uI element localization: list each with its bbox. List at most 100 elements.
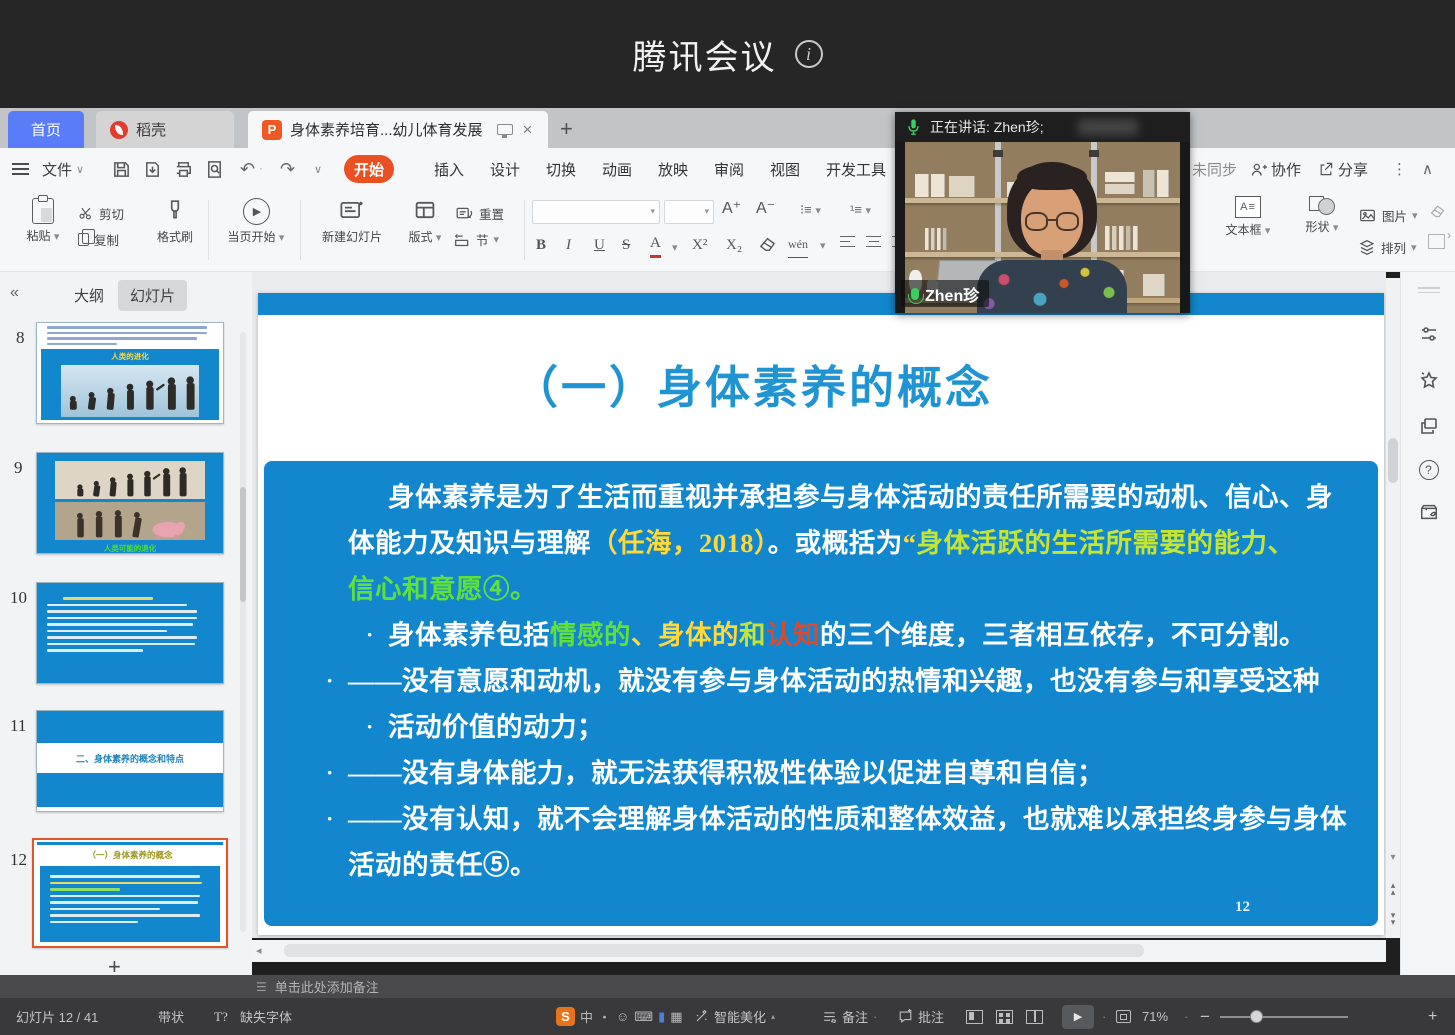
tab-slides[interactable]: 幻灯片 — [118, 280, 187, 311]
bold-button[interactable]: B — [536, 232, 546, 258]
textbox-button[interactable]: A≡ 文本框 ▾ — [1212, 196, 1284, 238]
redo-button[interactable]: ↷ — [280, 148, 295, 190]
video-call-overlay[interactable]: 正在讲话: Zhen珍; — [895, 112, 1190, 313]
ime-toolbox-icon[interactable]: ▦ — [670, 1009, 682, 1025]
horizontal-scrollbar[interactable]: ◂ — [252, 940, 1386, 962]
tab-docer[interactable]: 稻壳 — [96, 111, 234, 148]
duplicate-window-icon[interactable] — [1401, 416, 1455, 441]
save-button[interactable] — [112, 148, 131, 190]
font-size-select[interactable] — [664, 200, 714, 224]
menu-tab-animation[interactable]: 动画 — [592, 155, 642, 183]
cut-button[interactable]: 剪切 — [78, 200, 124, 226]
slide-thumbnail-11[interactable]: 二、身体素养的概念和特点 — [36, 710, 224, 812]
panel-scrollbar-thumb[interactable] — [240, 487, 246, 602]
section-button[interactable]: 节▾ — [454, 226, 504, 252]
superscript-button[interactable]: X² — [692, 232, 707, 258]
view-sorter-button[interactable] — [996, 998, 1013, 1035]
decrease-font-button[interactable]: A⁻ — [756, 198, 775, 218]
frame-icon[interactable] — [1428, 234, 1445, 252]
help-icon[interactable]: ? — [1401, 460, 1455, 480]
zoom-slider[interactable] — [1220, 998, 1348, 1035]
view-reading-button[interactable] — [1026, 998, 1043, 1035]
pinyin-chevron[interactable]: ▾ — [820, 232, 826, 258]
fit-window-button[interactable] — [1116, 998, 1131, 1035]
vertical-scrollbar-thumb[interactable] — [1388, 438, 1398, 483]
ime-keyboard-icon[interactable]: ⌨ — [634, 1009, 653, 1025]
file-menu[interactable]: 文件 ∨ — [42, 148, 84, 190]
beautify-button[interactable]: 智能美化 ▴ — [694, 998, 775, 1035]
effects-star-icon[interactable] — [1401, 370, 1455, 395]
arrange-button[interactable]: 排列▾ — [1358, 234, 1417, 260]
menu-tab-design[interactable]: 设计 — [480, 155, 530, 183]
more-chevron-icon[interactable]: ∨ — [314, 148, 322, 190]
tab-close-icon[interactable]: × — [523, 120, 533, 140]
scroll-down-icon[interactable]: ▾ — [1386, 852, 1400, 863]
slide-canvas[interactable]: （一）身体素养的概念 身体素养是为了生活而重视并承担参与身体活动的责任所需要的动… — [258, 293, 1384, 935]
share-button[interactable]: 分享 — [1318, 148, 1368, 190]
zoom-in-button[interactable]: + — [1428, 998, 1437, 1035]
next-slide-button[interactable]: ▾▾ — [1386, 912, 1400, 926]
slide-thumbnail-12-selected[interactable]: （一）身体素养的概念 — [32, 838, 228, 948]
align-left-button[interactable] — [840, 236, 855, 250]
properties-sliders-icon[interactable] — [1401, 324, 1455, 349]
tab-outline[interactable]: 大纲 — [62, 280, 116, 311]
copy-button[interactable]: 复制 — [78, 226, 124, 252]
picture-button[interactable]: 图片▾ — [1358, 202, 1418, 228]
panel-scrollbar[interactable] — [240, 332, 246, 932]
tab-home[interactable]: 首页 — [8, 111, 84, 148]
collaborate-button[interactable]: 协作 — [1250, 148, 1301, 190]
cast-monitor-icon[interactable] — [497, 124, 513, 135]
align-center-button[interactable] — [866, 236, 881, 250]
ime-emoji-icon[interactable]: ☺ — [616, 1009, 629, 1024]
increase-font-button[interactable]: A⁺ — [722, 198, 741, 218]
italic-button[interactable]: I — [566, 232, 571, 258]
scroll-left-icon[interactable]: ◂ — [256, 944, 262, 957]
sogou-ime-icon[interactable]: S — [556, 1007, 575, 1026]
new-tab-button[interactable]: + — [560, 116, 573, 142]
zoom-out-button[interactable]: − — [1200, 998, 1210, 1035]
slide-thumbnail-10[interactable] — [36, 582, 224, 684]
menu-tab-review[interactable]: 审阅 — [704, 155, 754, 183]
collapse-ribbon-icon[interactable]: ∧ — [1422, 148, 1433, 190]
bullet-list-button[interactable]: ⁝≡ ▾ — [800, 202, 821, 218]
ime-language-mode[interactable]: 中 — [580, 1007, 593, 1026]
horizontal-scrollbar-thumb[interactable] — [284, 944, 1144, 957]
previous-slide-button[interactable]: ▴▴ — [1386, 882, 1400, 896]
format-painter-button[interactable]: 格式刷 — [146, 198, 204, 245]
reset-button[interactable]: 重置 — [454, 200, 504, 226]
print-button[interactable] — [174, 148, 193, 190]
resource-box-icon[interactable] — [1401, 502, 1455, 527]
theme-name[interactable]: 带状 — [158, 998, 184, 1035]
missing-font-label[interactable]: 缺失字体 — [240, 998, 292, 1035]
font-color-button[interactable]: A — [650, 232, 661, 258]
fill-bucket-icon[interactable] — [1428, 202, 1447, 222]
zoom-slider-knob[interactable] — [1250, 1010, 1263, 1023]
ime-punctuation-icon[interactable]: ・ — [598, 1007, 611, 1026]
info-icon[interactable]: i — [795, 40, 823, 68]
strikethrough-button[interactable]: S — [622, 232, 630, 258]
collapse-panel-icon[interactable]: « — [10, 284, 19, 302]
vertical-scrollbar[interactable] — [1386, 278, 1400, 938]
new-slide-button[interactable]: 新建幻灯片 — [308, 198, 396, 245]
rail-drag-handle[interactable] — [1401, 284, 1455, 296]
menu-tab-devtools[interactable]: 开发工具 — [816, 155, 896, 183]
font-color-chevron[interactable]: ▾ — [672, 234, 678, 260]
print-preview-button[interactable] — [205, 148, 224, 190]
ime-skin-icon[interactable]: ▮ — [658, 1009, 665, 1025]
menu-tab-view[interactable]: 视图 — [760, 155, 810, 183]
subscript-button[interactable]: X₂ — [726, 232, 742, 258]
more-options-icon[interactable]: ⋮ — [1392, 148, 1407, 190]
expand-arrow-icon[interactable]: › — [1447, 228, 1451, 242]
layout-button[interactable]: 版式 ▾ — [398, 198, 452, 245]
pinyin-button[interactable]: wén — [788, 232, 808, 258]
ime-tray[interactable]: S 中 ・ ☺ ⌨ ▮ ▦ — [556, 998, 683, 1035]
comments-button[interactable]: 批注 — [898, 998, 944, 1035]
menu-tab-slideshow[interactable]: 放映 — [648, 155, 698, 183]
menu-tab-insert[interactable]: 插入 — [424, 155, 474, 183]
export-button[interactable] — [143, 148, 162, 190]
underline-button[interactable]: U — [594, 232, 605, 258]
slide-thumbnail-9[interactable]: 人类可能的退化 — [36, 452, 224, 554]
notes-bar[interactable]: ☰ 单击此处添加备注 — [0, 975, 1455, 998]
slideshow-play-button[interactable]: ▶ — [1062, 998, 1094, 1035]
undo-button[interactable]: ↶· — [240, 148, 263, 190]
